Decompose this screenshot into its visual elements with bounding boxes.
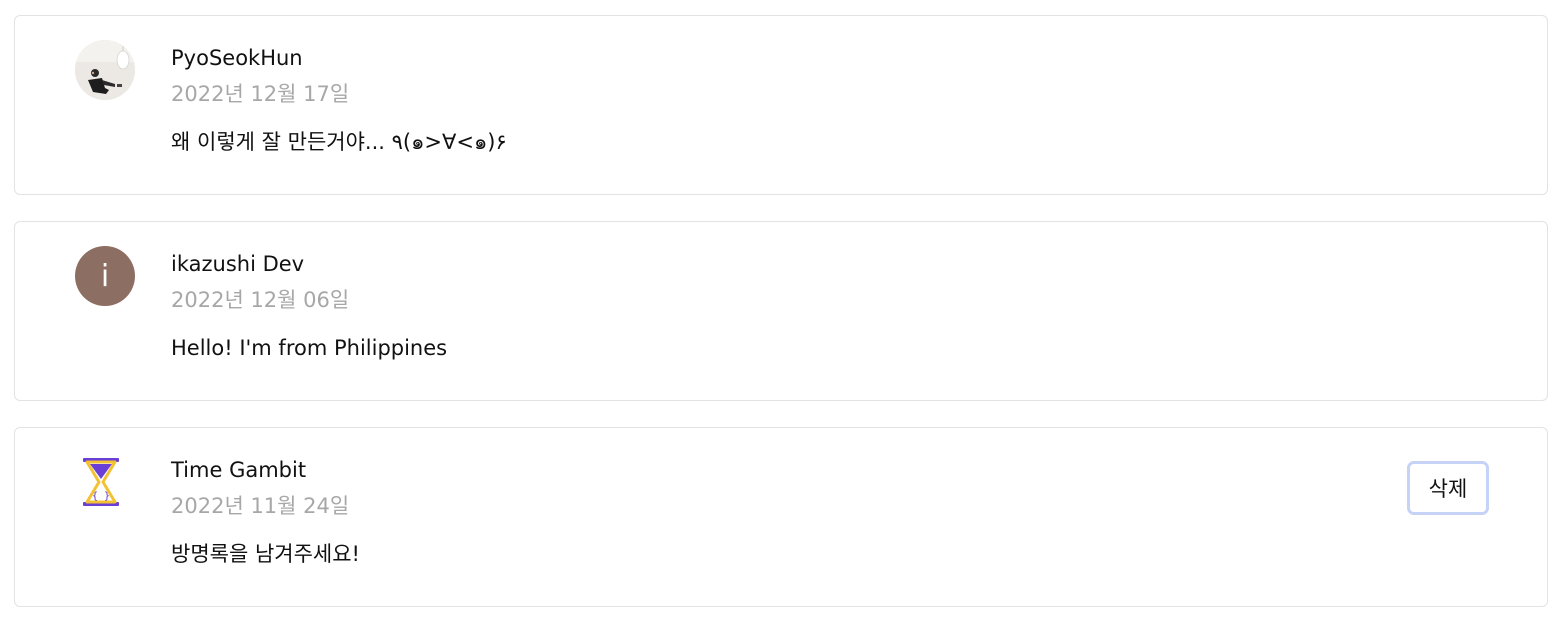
svg-text:{ }: { } xyxy=(92,491,110,502)
hourglass-icon: { } xyxy=(75,452,135,512)
entry-date: 2022년 11월 24일 xyxy=(171,494,350,518)
guestbook-entry: { } Time Gambit 2022년 11월 24일 방명록을 남겨주세요… xyxy=(14,427,1548,607)
entry-author: ikazushi Dev xyxy=(171,252,305,276)
entry-date: 2022년 12월 06일 xyxy=(171,288,350,312)
guestbook-entry: PyoSeokHun 2022년 12월 17일 왜 이렇게 잘 만든거야...… xyxy=(14,15,1548,195)
entry-author: PyoSeokHun xyxy=(171,46,303,70)
entry-message: Hello! I'm from Philippines xyxy=(171,336,448,360)
entry-message: 왜 이렇게 잘 만든거야... ٩(๑>∀<๑)۶ xyxy=(171,130,507,154)
guestbook-list: PyoSeokHun 2022년 12월 17일 왜 이렇게 잘 만든거야...… xyxy=(0,0,1563,622)
entry-author: Time Gambit xyxy=(171,458,307,482)
avatar-letter: i xyxy=(100,258,110,294)
avatar: i xyxy=(75,246,135,306)
entry-message: 방명록을 남겨주세요! xyxy=(171,542,360,566)
user-photo-icon xyxy=(75,40,135,100)
entry-date: 2022년 12월 17일 xyxy=(171,82,350,106)
guestbook-entry: i ikazushi Dev 2022년 12월 06일 Hello! I'm … xyxy=(14,221,1548,401)
delete-button[interactable]: 삭제 xyxy=(1407,461,1489,515)
